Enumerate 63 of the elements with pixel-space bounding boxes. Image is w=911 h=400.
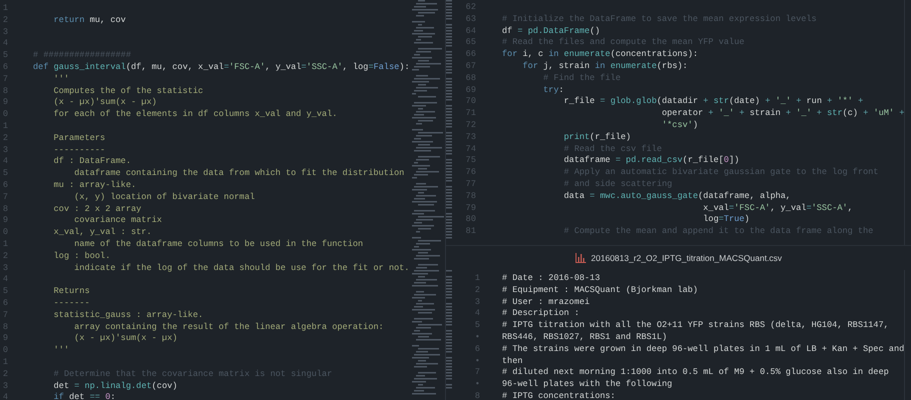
code-line: # Initialize the DataFrame to save the mean expression levels [502, 14, 817, 26]
code-line: # Compute the mean and append it to the data frame along the [562, 226, 874, 238]
code-line: df = pd.DataFrame() [502, 26, 600, 38]
code-line: det = np.linalg.det(cov) [52, 380, 178, 392]
code-line: # Apply an automatic bivariate gaussian gate to the log front [562, 167, 878, 179]
code-line: ''' [52, 345, 70, 357]
code-line: for j, strain in enumerate(rbs): [522, 60, 688, 73]
code-line: print(r_file) [562, 132, 631, 144]
code-line: (x - µx)'sum(x - µx) [73, 333, 178, 346]
code-line: def gauss_interval(df, mu, cov, x_val='FSC-A', y_val='SSC-A', log=False): [33, 62, 410, 74]
code-line: Computes the of the statistic [52, 86, 204, 98]
code-line: # Date : 2016-08-13 [502, 273, 600, 285]
code-line: # Read the csv file [562, 144, 662, 156]
file-tab[interactable]: 20160813_r2_O2_IPTG_titration_MACSQuant.csv [571, 251, 786, 265]
code-line: # Find the file [542, 72, 621, 85]
code-line: return mu, cov [52, 14, 127, 27]
code-line: for i, c in enumerate(concentrations): [502, 49, 698, 61]
code-line: cov : 2 x 2 array [52, 204, 142, 216]
line-number: • [474, 379, 480, 391]
code-line: r_file = glob.glob(datadir + str(date) + '_' + run + '*' + [562, 96, 864, 108]
code-line: # and side scattering [562, 178, 672, 191]
code-line: log=True) [702, 214, 750, 226]
bar-chart-icon [575, 253, 586, 263]
line-number: • [474, 356, 480, 368]
code-line: log : bool. [52, 250, 112, 263]
code-line: RBS446, RBS1027, RBS1 and RBS1L) [502, 332, 668, 344]
code-line: statistic_gauss : array-like. [52, 310, 204, 322]
code-line: if det == 0: [52, 392, 117, 400]
code-line: dataframe = pd.read_csv(r_file[0]) [562, 155, 740, 168]
code-line: data = mwc.auto_gauss_gate(dataframe, alpha, [562, 190, 791, 203]
code-line: x_val, y_val : str. [52, 227, 153, 239]
code-line: # IPTG concentrations: [502, 390, 616, 400]
code-line: for each of the elements in df columns x_val and y_val. [52, 109, 338, 121]
code-line: ------- [52, 298, 91, 310]
code-line: indicate if the log of the data should be use for the fit or not. [73, 262, 410, 274]
code-line: mu : array-like. [52, 180, 138, 192]
code-line: (x, y) location of bivariate normal [73, 192, 256, 204]
code-line: # Equipment : MACSQuant (Bjorkman lab) [502, 284, 698, 297]
line-number: • [474, 332, 480, 344]
code-line: array containing the result of the linear algebra operation: [73, 322, 385, 334]
code-line: ''' [52, 74, 70, 86]
code-line: # IPTG titration with all the O2+11 YFP strains RBS (delta, HG104, RBS1147, [502, 320, 889, 332]
code-line: dataframe containing the data from which to fit the distribution [73, 168, 406, 180]
code-line: 96-well plates with the following [502, 379, 672, 391]
code-line: Returns [52, 286, 91, 298]
code-line: # The strains were grown in deep 96-well plates in 1 mL of LB + Kan + Spec and [502, 344, 904, 356]
code-line: Parameters [52, 132, 106, 145]
code-line: # ################# [33, 50, 132, 62]
code-line: df : DataFrame. [52, 156, 132, 168]
code-line: (x - µx)'sum(x - µx) [52, 97, 158, 110]
code-line: covariance matrix [73, 215, 163, 228]
code-line: # Description : [502, 308, 580, 320]
code-line: operator + '_' + strain + '_' + str(c) + 'uM' + [660, 108, 904, 120]
code-line: # Read the files and compute the mean YFP value [502, 37, 744, 50]
code-line: try: [542, 84, 564, 96]
code-line: x_val='FSC-A', y_val='SSC-A', [702, 202, 853, 214]
code-line: name of the dataframe columns to be used in the function [73, 238, 364, 251]
code-line: '*csv') [660, 120, 698, 132]
code-line: # diluted next morning 1:1000 into 0.5 mL of M9 + 0.5% glucose also in deep [502, 367, 889, 380]
code-line: then [502, 356, 523, 368]
code-line: # Determine that the covariance matrix is not singular [52, 368, 334, 380]
code-line: # User : mrazomei [502, 296, 590, 308]
code-line: ---------- [52, 144, 106, 156]
